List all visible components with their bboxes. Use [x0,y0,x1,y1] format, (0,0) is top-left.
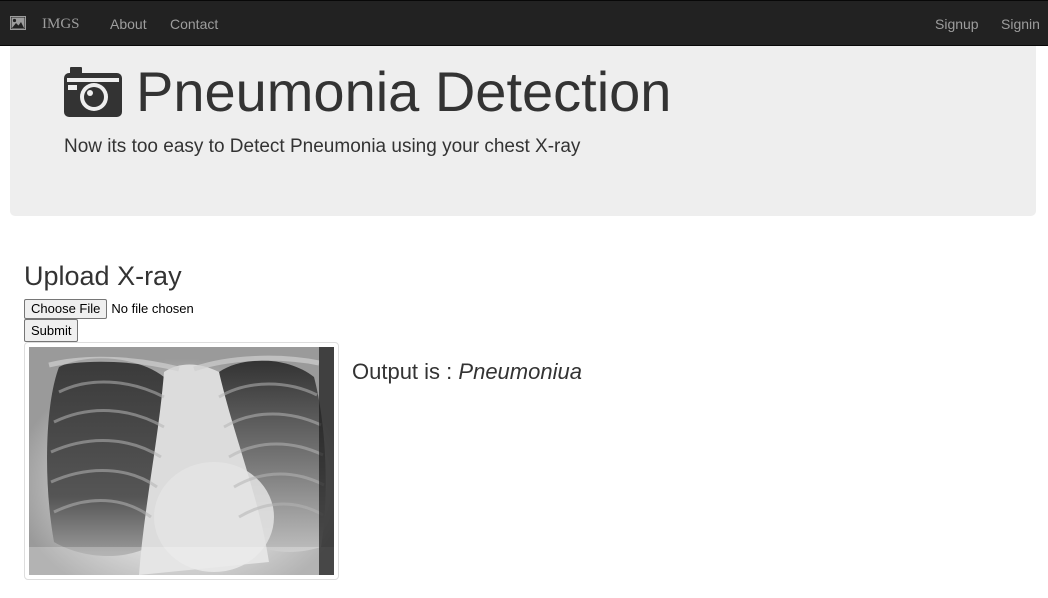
page-title: Pneumonia Detection [136,60,672,123]
nav-about-link[interactable]: About [110,16,147,32]
upload-heading: Upload X-ray [24,261,182,291]
xray-thumbnail [24,342,339,580]
brand-link[interactable]: IMGS [42,16,80,33]
nav-signup-link[interactable]: Signup [935,16,979,32]
choose-file-button[interactable]: Choose File [24,299,108,319]
page-subtitle: Now its too easy to Detect Pneumonia usi… [64,136,581,157]
image-icon[interactable] [10,16,26,30]
nav-signin-link[interactable]: Signin [1001,16,1040,32]
file-input[interactable]: Choose File No file chosen [24,299,194,320]
nav-contact-link[interactable]: Contact [170,16,218,32]
output-label: Output is : [352,359,453,384]
submit-button[interactable]: Submit [24,319,79,342]
hero-jumbotron: Pneumonia Detection Now its too easy to … [10,46,1036,216]
camera-icon [64,67,122,117]
top-navbar: IMGS About Contact Signup Signin [0,0,1048,46]
output-value: Pneumoniua [458,359,582,384]
chest-xray-image [29,347,334,575]
file-status-text: No file chosen [111,301,194,316]
prediction-output: Output is : Pneumoniua [352,358,582,386]
